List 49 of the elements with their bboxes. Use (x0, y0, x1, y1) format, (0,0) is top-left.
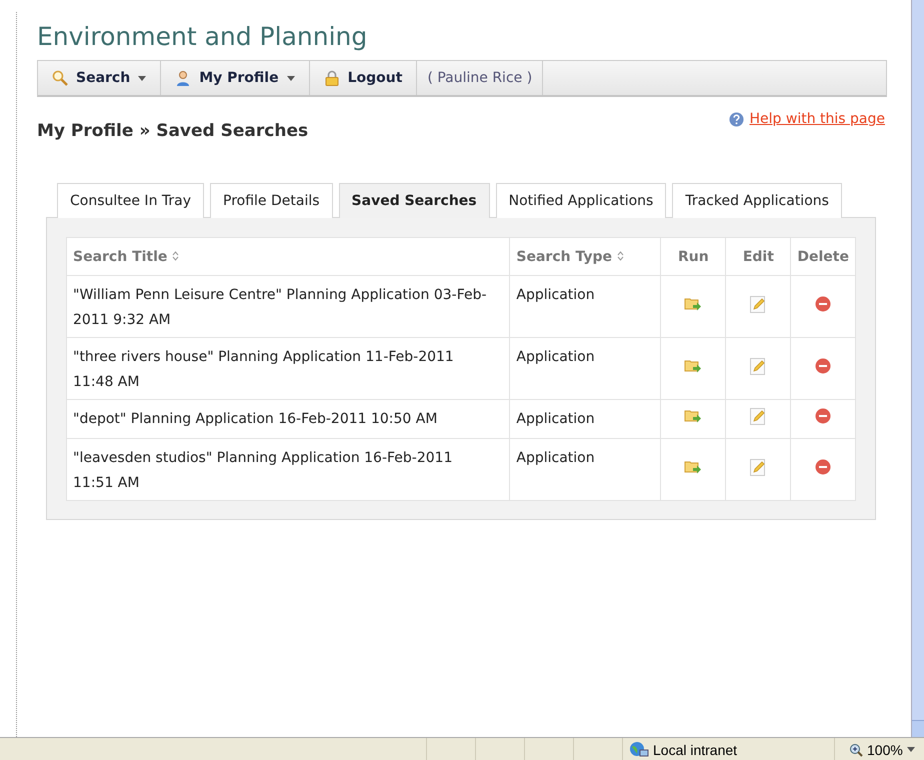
column-header[interactable]: Search Title (66, 238, 510, 276)
pencil-icon[interactable] (750, 294, 766, 312)
zoom-level[interactable]: 100% (867, 742, 903, 758)
menu-item[interactable]: My Profile (161, 61, 310, 95)
caret-icon (906, 747, 915, 752)
tab[interactable]: Notified Applications (496, 183, 666, 218)
tab[interactable]: Profile Details (210, 183, 333, 218)
tab[interactable]: Consultee In Tray (57, 183, 204, 218)
menu-item[interactable]: Logout (310, 61, 418, 95)
folder-arrow-icon[interactable] (684, 296, 702, 312)
scrollbar[interactable] (911, 0, 924, 737)
column-header: Run (660, 238, 726, 276)
sort-icon[interactable] (172, 250, 180, 260)
sort-icon[interactable] (617, 250, 624, 260)
search-icon (52, 70, 68, 86)
table-cell: Application (510, 400, 661, 438)
delete-icon[interactable] (815, 358, 832, 374)
pencil-icon[interactable] (750, 356, 766, 374)
delete-icon[interactable] (815, 408, 832, 424)
delete-icon[interactable] (815, 458, 832, 474)
padlock-icon (324, 70, 340, 86)
zoom-icon[interactable] (849, 742, 863, 756)
user-name: ( Pauline Rice ) (417, 61, 544, 95)
pencil-icon[interactable] (750, 458, 766, 476)
help-link[interactable]: Help with this page (728, 111, 885, 127)
folder-arrow-icon[interactable] (684, 408, 702, 424)
tab[interactable]: Tracked Applications (672, 183, 842, 218)
table-cell: Application (510, 438, 661, 500)
table-cell: "three rivers house" Planning Application 11-Feb-2011 11:48 AM (66, 338, 510, 400)
help-icon (728, 112, 744, 126)
page-title: Environment and Planning (37, 21, 368, 53)
folder-arrow-icon[interactable] (684, 458, 702, 474)
delete-icon[interactable] (815, 296, 832, 312)
table-cell: "William Penn Leisure Centre" Planning Application 03-Feb-2011 9:32 AM (66, 276, 510, 338)
user-icon (175, 70, 192, 86)
table-cell: Application (510, 276, 661, 338)
zone-label: Local intranet (653, 742, 738, 758)
table-cell: "depot" Planning Application 16-Feb-2011 10:50 AM (66, 400, 510, 438)
tab[interactable]: Saved Searches (338, 183, 490, 218)
breadcrumb: My Profile » Saved Searches (37, 121, 308, 141)
column-header[interactable]: Search Type (510, 238, 661, 276)
table-cell: "leavesden studios" Planning Application 16-Feb-2011 11:51 AM (66, 438, 510, 500)
pencil-icon[interactable] (750, 407, 766, 425)
network-globe-icon (629, 740, 649, 758)
table-cell: Application (510, 338, 661, 400)
column-header: Edit (726, 238, 791, 276)
folder-arrow-icon[interactable] (684, 358, 702, 374)
column-header: Delete (790, 238, 856, 276)
menu-item[interactable]: Search (38, 61, 162, 95)
